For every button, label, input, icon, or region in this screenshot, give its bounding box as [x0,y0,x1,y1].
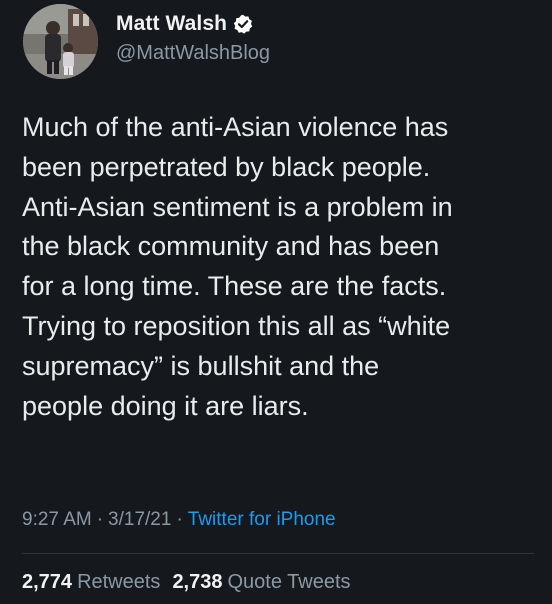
tweet-time[interactable]: 9:27 AM [22,509,92,530]
author-display-name[interactable]: Matt Walsh [116,12,227,36]
meta-separator: · [96,509,104,530]
verified-badge-icon [233,14,253,34]
tweet-date[interactable]: 3/17/21 [108,509,171,530]
retweets-label: Retweets [77,571,161,593]
author-handle[interactable]: @MattWalshBlog [116,42,270,65]
quote-tweets-count: 2,738 [172,571,223,593]
quote-tweets-label: Quote Tweets [227,571,351,593]
profile-photo-icon [23,4,98,79]
tweet-card: Matt Walsh @MattWalshBlog Much of the an… [0,0,552,604]
quote-tweets-stat[interactable]: 2,738 Quote Tweets [172,571,350,593]
retweets-stat[interactable]: 2,774 Retweets [22,571,160,593]
meta-separator: · [176,509,183,530]
tweet-source-link[interactable]: Twitter for iPhone [188,509,336,530]
tweet-text: Much of the anti-Asian violence has been… [22,112,453,421]
avatar[interactable] [23,4,98,79]
author-name-row[interactable]: Matt Walsh [116,12,253,36]
retweets-count: 2,774 [22,571,73,593]
divider [22,553,534,554]
tweet-meta: 9:27 AM · 3/17/21 · Twitter for iPhone [22,509,336,531]
tweet-stats: 2,774 Retweets 2,738 Quote Tweets [22,571,351,594]
